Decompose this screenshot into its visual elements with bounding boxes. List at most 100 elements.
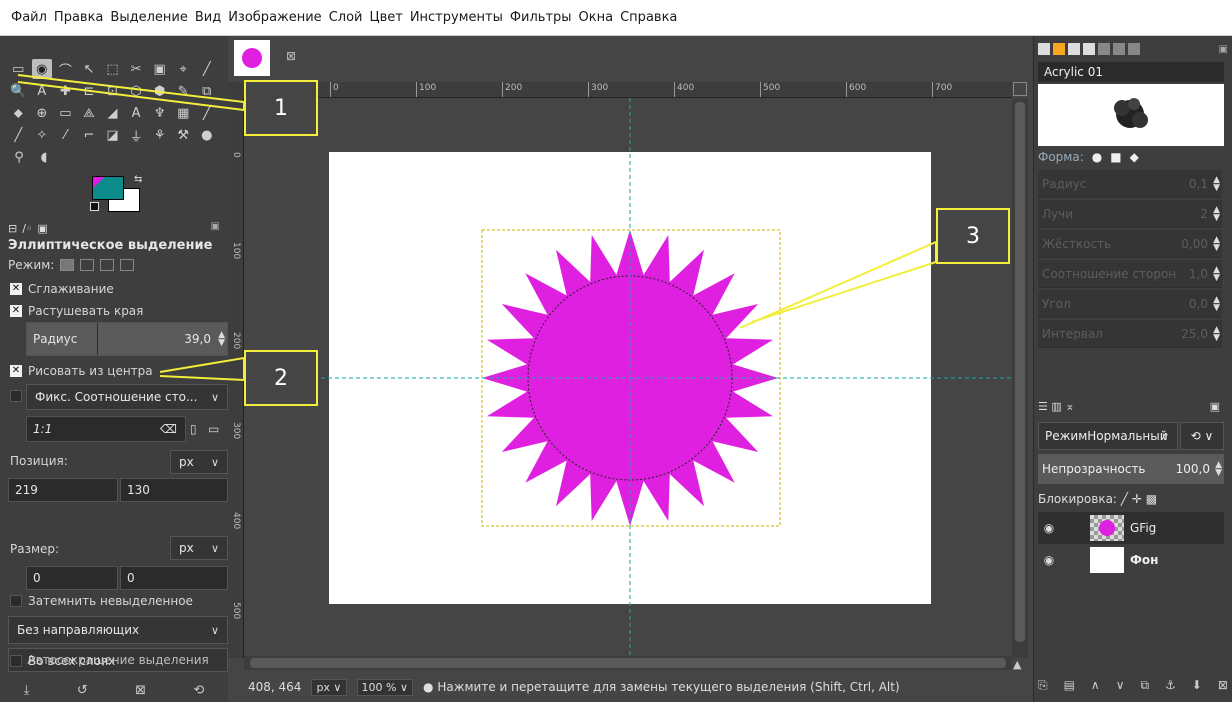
position-x-input[interactable]: 219 (8, 478, 118, 502)
position-unit-select[interactable]: px ∨ (170, 450, 228, 474)
tool-icon[interactable]: ▭ (8, 59, 29, 79)
paths-tab-icon[interactable]: ⌅ (1065, 400, 1074, 413)
menu-file[interactable]: Файл (11, 10, 47, 25)
portrait-icon[interactable]: ▯ (190, 422, 197, 436)
layer-name[interactable]: Фон (1130, 553, 1158, 567)
undo-history-tab-icon[interactable]: ▣ (37, 222, 47, 235)
circle-shape-icon[interactable]: ● (1092, 150, 1102, 164)
tool-icon[interactable]: A (126, 103, 147, 123)
guides-select[interactable]: Без направляющих ∨ (8, 616, 228, 644)
spin-icon[interactable]: ▲ ▼ (1213, 175, 1220, 192)
mode-subtract-icon[interactable] (100, 259, 115, 271)
brushes-tab-icon[interactable] (1038, 43, 1050, 55)
antialias-option[interactable]: ✕ Сглаживание (10, 282, 114, 296)
default-colors-icon[interactable] (90, 202, 99, 211)
brush-param-row[interactable]: Лучи 2 ▲ ▼ (1038, 200, 1222, 228)
feather-option[interactable]: ✕ Растушевать края (10, 304, 143, 318)
tool-icon[interactable]: ⧉ (197, 81, 218, 101)
vertical-ruler[interactable]: 0 100 200 300 400 500 (228, 98, 244, 658)
menu-edit[interactable]: Правка (54, 10, 103, 25)
brush-param-row[interactable]: Радиус 0,1 ▲ ▼ (1038, 170, 1222, 198)
highlight-checkbox[interactable] (10, 595, 22, 607)
spin-icon[interactable]: ▲ ▼ (1213, 205, 1220, 222)
tool-icon[interactable]: A (32, 81, 53, 101)
dock-menu-icon[interactable]: ▣ (1219, 44, 1228, 55)
spin-icon[interactable]: ▲ ▼ (1213, 235, 1220, 252)
tool-icon[interactable]: ▣ (149, 59, 170, 79)
layers-tab-icon[interactable]: ☰ (1038, 400, 1048, 413)
size-h-input[interactable]: 0 (120, 566, 228, 590)
tool-icon[interactable]: ⚲ (8, 147, 30, 167)
brush-param-row[interactable]: Угол 0,0 ▲ ▼ (1038, 290, 1222, 318)
layer-name[interactable]: GFig (1130, 521, 1156, 535)
square-shape-icon[interactable]: ■ (1110, 150, 1121, 164)
brush-param-row[interactable]: Интервал 25,0 ▲ ▼ (1038, 320, 1222, 348)
menu-image[interactable]: Изображение (228, 10, 321, 25)
duplicate-layer-icon[interactable]: ⧉ (1140, 678, 1149, 698)
vertical-scrollbar[interactable] (1012, 98, 1028, 658)
paint-dynamics-tab-icon[interactable] (1128, 43, 1140, 55)
fixed-ratio-option[interactable] (10, 390, 22, 402)
tool-icon[interactable]: ● (197, 125, 218, 145)
size-w-input[interactable]: 0 (26, 566, 118, 590)
highlight-option[interactable]: Затемнить невыделенное (10, 594, 193, 608)
menu-view[interactable]: Вид (195, 10, 221, 25)
brush-preview[interactable] (1038, 84, 1224, 146)
tool-icon[interactable]: ╱ (197, 59, 218, 79)
zoom-to-fit-icon[interactable] (1013, 82, 1027, 96)
tool-icon[interactable]: ⊡ (102, 81, 123, 101)
tool-icon[interactable]: ⬢ (149, 81, 170, 101)
merge-layer-icon[interactable]: ⬇ (1192, 678, 1202, 698)
anchor-layer-icon[interactable]: ⚓ (1165, 678, 1176, 698)
fonts-tab-icon[interactable] (1068, 43, 1080, 55)
tool-icon[interactable]: ⁄ (55, 125, 76, 145)
tool-options-tab-icon[interactable]: ⊟ (8, 222, 17, 235)
menu-layer[interactable]: Слой (329, 10, 363, 25)
channels-tab-icon[interactable]: ▥ (1051, 400, 1061, 413)
tool-icon[interactable]: ╱ (8, 125, 29, 145)
delete-options-icon[interactable]: ⊠ (135, 683, 146, 698)
new-layer-icon[interactable]: ⎘ (1038, 678, 1048, 698)
menu-filters[interactable]: Фильтры (510, 10, 572, 25)
save-options-icon[interactable]: ⤓ (24, 683, 30, 698)
tool-icon[interactable]: ✎ (173, 81, 194, 101)
tool-icon[interactable]: ⟁ (79, 103, 100, 123)
tool-icon[interactable]: ⊕ (32, 103, 53, 123)
tool-icon[interactable]: ◪ (102, 125, 123, 145)
opacity-spin-icon[interactable]: ▲ ▼ (1215, 461, 1222, 478)
layer-row[interactable]: ◉ GFig (1038, 512, 1224, 544)
history-tab-icon[interactable] (1113, 43, 1125, 55)
tool-icon[interactable]: ⬚ (102, 59, 123, 79)
tool-icon[interactable]: ╱ (197, 103, 218, 123)
vertical-scroll-thumb[interactable] (1015, 102, 1025, 642)
tool-icon[interactable]: ◢ (102, 103, 123, 123)
horizontal-scroll-thumb[interactable] (250, 658, 1006, 668)
menu-windows[interactable]: Окна (579, 10, 614, 25)
canvas-area[interactable] (244, 98, 1012, 656)
delete-layer-icon[interactable]: ⊠ (1218, 678, 1228, 698)
mode-replace-icon[interactable] (60, 259, 75, 271)
antialias-checkbox[interactable]: ✕ (10, 283, 22, 295)
mode-add-icon[interactable] (80, 259, 95, 271)
tool-icon[interactable]: ⚘ (149, 125, 170, 145)
patterns-tab-icon[interactable] (1053, 43, 1065, 55)
new-group-icon[interactable]: ▤ (1064, 678, 1075, 698)
from-center-checkbox[interactable]: ✕ (10, 365, 22, 377)
tool-icon[interactable]: ⊏ (79, 81, 100, 101)
foreground-color-swatch[interactable] (92, 176, 124, 200)
brush-param-row[interactable]: Соотношение сторон 1,0 ▲ ▼ (1038, 260, 1222, 288)
landscape-icon[interactable]: ▭ (208, 422, 219, 436)
ratio-input[interactable]: 1:1 ⌫ (26, 416, 186, 442)
close-tab-icon[interactable]: ⊠ (286, 49, 296, 63)
tool-icon[interactable]: ◖ (33, 147, 55, 167)
tool-icon[interactable]: ▭ (55, 103, 76, 123)
tool-icon[interactable]: ⚒ (173, 125, 194, 145)
restore-options-icon[interactable]: ↺ (77, 683, 88, 698)
tool-icon[interactable]: ◉ (31, 59, 53, 79)
menu-colors[interactable]: Цвет (369, 10, 402, 25)
tool-icon[interactable]: ⏚ (126, 125, 147, 145)
menu-tools[interactable]: Инструменты (410, 10, 503, 25)
tool-icon[interactable]: ▦ (173, 103, 194, 123)
mode-intersect-icon[interactable] (120, 259, 135, 271)
tool-icon[interactable]: ⌐ (79, 125, 100, 145)
